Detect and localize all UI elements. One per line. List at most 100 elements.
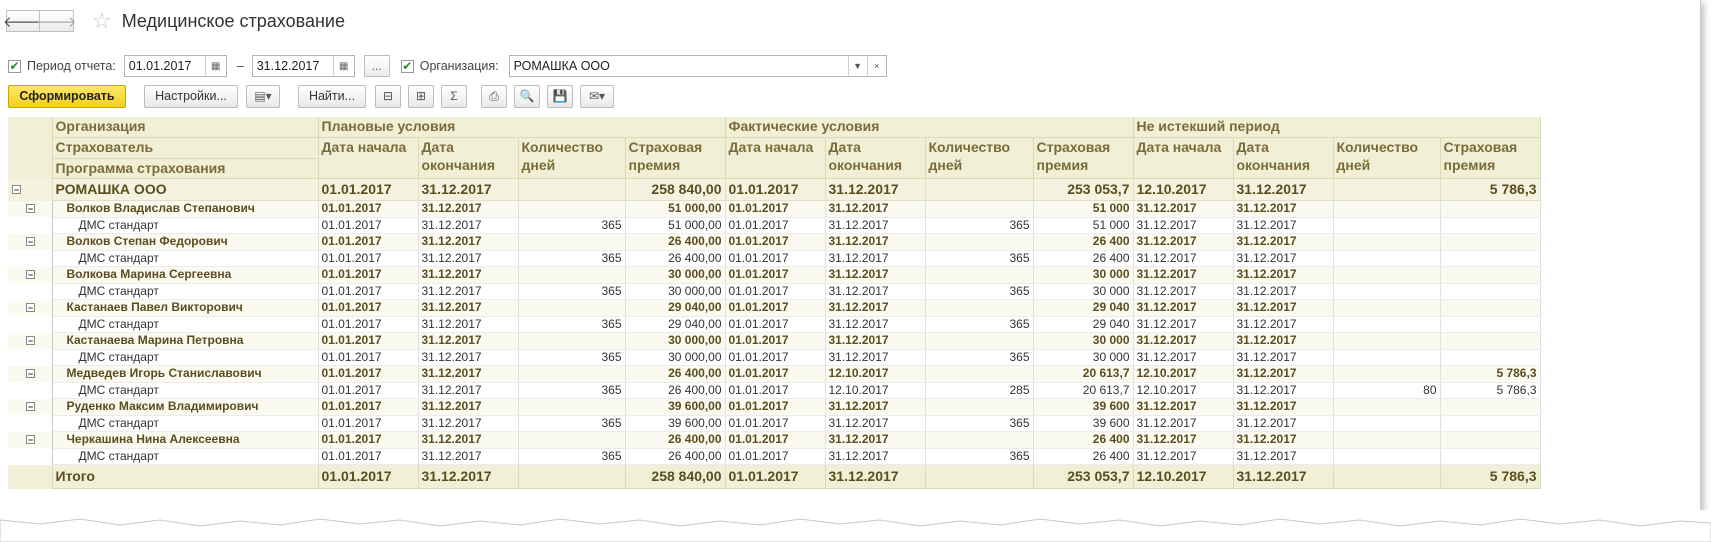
variants-button[interactable]: ▤▾: [246, 84, 280, 108]
table-cell: 12.10.2017: [1133, 382, 1234, 399]
detail-row[interactable]: ДМС стандарт 01.01.2017 31.12.2017 365 26 40…: [8, 448, 1541, 465]
org-checkbox[interactable]: ✔: [400, 59, 414, 73]
table-cell: 365: [518, 349, 626, 366]
table-cell: 26 400,00: [625, 250, 726, 267]
col-plan-end: Дата окончания: [418, 137, 519, 179]
row-name: ДМС стандарт: [52, 382, 319, 399]
detail-row[interactable]: ДМС стандарт 01.01.2017 31.12.2017 365 30 00…: [8, 349, 1541, 366]
forward-button[interactable]: 🡒: [36, 10, 77, 32]
print-button[interactable]: ⎙: [481, 84, 507, 108]
table-cell: [1333, 233, 1441, 251]
clear-button[interactable]: ×: [866, 56, 886, 76]
detail-row[interactable]: ДМС стандарт 01.01.2017 31.12.2017 365 39 60…: [8, 415, 1541, 432]
collapse-toggle-icon[interactable]: −: [26, 269, 35, 279]
sum-button[interactable]: Σ: [441, 84, 467, 108]
preview-button[interactable]: 🔍: [514, 84, 540, 108]
group-row[interactable]: − Волков Степан Федорович 01.01.2017 31.12.…: [8, 233, 1541, 251]
group-row[interactable]: − Волкова Марина Сергеевна 01.01.2017 31.12…: [8, 266, 1541, 284]
table-cell: [1333, 200, 1441, 218]
table-cell: [925, 266, 1034, 284]
table-cell: [1333, 365, 1441, 383]
find-button[interactable]: Найти...: [298, 84, 366, 108]
period-select-button[interactable]: ...: [363, 55, 390, 77]
collapse-toggle-icon[interactable]: −: [26, 368, 35, 378]
period-checkbox[interactable]: ✔: [8, 59, 21, 73]
col-act-premium: Страховая премия: [1033, 137, 1134, 179]
period-to-field[interactable]: 31.12.2017 ▦: [251, 55, 355, 77]
chevron-down-icon[interactable]: ▼: [847, 56, 867, 76]
table-cell: [925, 299, 1034, 317]
table-cell: [1440, 332, 1541, 350]
table-cell: [518, 200, 626, 218]
collapse-toggle-icon[interactable]: −: [26, 434, 35, 444]
group-row[interactable]: − Волков Владислав Степанович 01.01.2017 31…: [8, 200, 1541, 218]
table-cell: [1440, 415, 1541, 432]
collapse-toggle-icon[interactable]: −: [26, 203, 35, 213]
table-cell: 01.01.2017: [725, 299, 826, 317]
table-cell: 31.12.2017: [1233, 233, 1334, 251]
star-icon[interactable]: ☆: [92, 8, 112, 34]
row-name: ДМС стандарт: [52, 283, 319, 300]
expand-groups-button[interactable]: ⊞: [408, 84, 434, 108]
col-insurer-program: Страхователь Программа страхования: [52, 137, 319, 179]
back-button[interactable]: 🡐: [3, 10, 43, 32]
tree-gutter: −: [8, 365, 53, 382]
collapse-icon: ⊟: [382, 89, 394, 103]
table-cell: 365: [925, 217, 1034, 234]
header-row-2: Страхователь Программа страхования Дата …: [8, 137, 1541, 179]
table-cell: [518, 332, 626, 350]
table-cell: 01.01.2017: [318, 250, 419, 267]
table-cell: 29 040,00: [625, 299, 726, 317]
table-cell: 31.12.2017: [418, 464, 519, 489]
table-cell: 01.01.2017: [725, 200, 826, 218]
generate-button[interactable]: Сформировать: [8, 84, 126, 108]
detail-row[interactable]: ДМС стандарт 01.01.2017 31.12.2017 365 29 04…: [8, 316, 1541, 333]
table-cell: [1440, 217, 1541, 234]
calendar-icon[interactable]: ▦: [332, 56, 354, 76]
table-cell: [1333, 250, 1441, 267]
table-cell: 30 000,00: [625, 332, 726, 350]
total-row[interactable]: Итого 01.01.2017 31.12.2017 258 840,00 01.01…: [8, 464, 1541, 489]
table-cell: 365: [925, 250, 1034, 267]
tree-gutter: −: [8, 200, 53, 217]
org-value[interactable]: РОМАШКА ООО: [510, 56, 848, 76]
table-cell: 31.12.2017: [825, 299, 926, 317]
row-name: ДМС стандарт: [52, 349, 319, 366]
group-row[interactable]: − Кастанаева Марина Петровна 01.01.2017 31.…: [8, 332, 1541, 350]
period-from-field[interactable]: 01.01.2017 ▦: [123, 55, 227, 77]
detail-row[interactable]: ДМС стандарт 01.01.2017 31.12.2017 365 26 40…: [8, 250, 1541, 267]
collapse-groups-button[interactable]: ⊟: [375, 84, 401, 108]
table-cell: 31.12.2017: [1233, 299, 1334, 317]
detail-row[interactable]: ДМС стандарт 01.01.2017 31.12.2017 365 51 00…: [8, 217, 1541, 234]
collapse-toggle-icon[interactable]: −: [26, 335, 35, 345]
org-field[interactable]: РОМАШКА ООО ▼ ×: [508, 55, 887, 77]
table-cell: 31.12.2017: [1133, 217, 1234, 234]
calendar-icon[interactable]: ▦: [204, 56, 226, 76]
group-row[interactable]: − Медведев Игорь Станиславович 01.01.2017 3…: [8, 365, 1541, 383]
detail-row[interactable]: ДМС стандарт 01.01.2017 31.12.2017 365 26 40…: [8, 382, 1541, 399]
table-cell: [925, 200, 1034, 218]
table-cell: 01.01.2017: [318, 415, 419, 432]
org-row[interactable]: − РОМАШКА ООО 01.01.2017 31.12.2017 258 840,…: [8, 178, 1541, 201]
save-button[interactable]: 💾: [547, 84, 573, 108]
row-name: Медведев Игорь Станиславович: [52, 365, 319, 383]
table-cell: [1333, 398, 1441, 416]
group-row[interactable]: − Руденко Максим Владимирович 01.01.2017 31…: [8, 398, 1541, 416]
group-row[interactable]: − Черкашина Нина Алексеевна 01.01.2017 31.1…: [8, 431, 1541, 449]
title-bar: 🡐 🡒 ☆ Медицинское страхование: [3, 8, 345, 34]
period-to-value[interactable]: 31.12.2017: [253, 56, 333, 76]
table-cell: 01.01.2017: [318, 332, 419, 350]
collapse-toggle-icon[interactable]: −: [26, 236, 35, 246]
collapse-toggle-icon[interactable]: −: [26, 401, 35, 411]
collapse-toggle-icon[interactable]: −: [12, 184, 21, 194]
group-row[interactable]: − Кастанаев Павел Викторович 01.01.2017 31.…: [8, 299, 1541, 317]
settings-button[interactable]: Настройки...: [144, 84, 238, 108]
collapse-toggle-icon[interactable]: −: [26, 302, 35, 312]
table-cell: [1440, 349, 1541, 366]
table-cell: 51 000,00: [625, 200, 726, 218]
send-email-button[interactable]: ✉▾: [580, 84, 614, 108]
period-from-value[interactable]: 01.01.2017: [125, 56, 205, 76]
table-cell: 20 613,7: [1033, 365, 1134, 383]
detail-row[interactable]: ДМС стандарт 01.01.2017 31.12.2017 365 30 00…: [8, 283, 1541, 300]
table-cell: 31.12.2017: [825, 332, 926, 350]
